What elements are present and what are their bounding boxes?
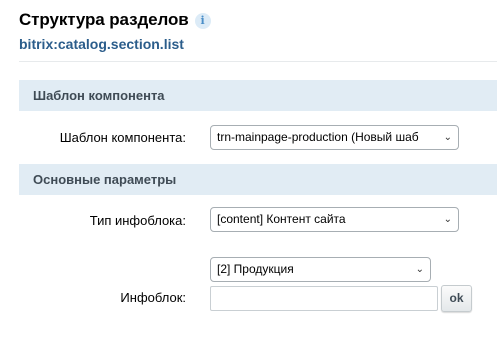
template-select[interactable]: trn-mainpage-production (Новый шаб ⌄ — [210, 125, 459, 150]
section-header-template: Шаблон компонента — [19, 80, 497, 111]
iblock-type-select-value: [content] Контент сайта — [217, 212, 346, 226]
iblock-type-label: Тип инфоблока: — [89, 213, 186, 228]
divider — [19, 61, 497, 62]
ok-button[interactable]: ok — [441, 285, 472, 312]
chevron-down-icon: ⌄ — [415, 264, 424, 275]
info-icon[interactable]: i — [194, 13, 211, 29]
iblock-id-input[interactable] — [210, 286, 438, 311]
component-code: bitrix:catalog.section.list — [19, 36, 184, 52]
iblock-select-value: [2] Продукция — [217, 262, 294, 276]
iblock-label: Инфоблок: — [120, 290, 186, 305]
chevron-down-icon: ⌄ — [443, 132, 452, 143]
header: Структура разделов i — [19, 10, 211, 30]
chevron-down-icon: ⌄ — [443, 214, 452, 225]
template-label: Шаблон компонента: — [59, 130, 186, 145]
section-header-main: Основные параметры — [19, 164, 497, 195]
iblock-type-select[interactable]: [content] Контент сайта ⌄ — [210, 207, 459, 232]
page-title: Структура разделов — [19, 10, 189, 29]
iblock-select[interactable]: [2] Продукция ⌄ — [210, 257, 431, 282]
template-select-value: trn-mainpage-production (Новый шаб — [217, 130, 419, 144]
